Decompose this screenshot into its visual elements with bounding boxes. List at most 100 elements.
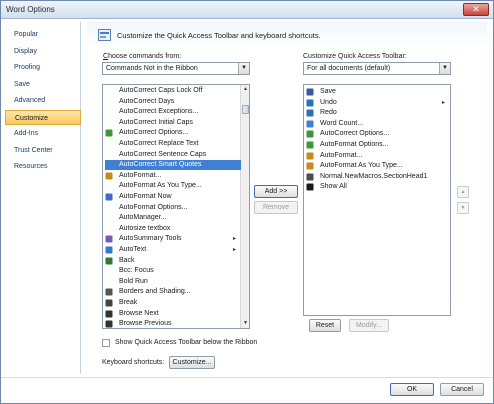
- scroll-up-icon[interactable]: ▲: [241, 85, 249, 94]
- remove-button[interactable]: Remove: [254, 201, 298, 214]
- list-item[interactable]: Back: [105, 256, 241, 266]
- customize-shortcuts-button[interactable]: Customize...: [169, 356, 215, 369]
- borders-icon: [105, 288, 113, 296]
- list-item[interactable]: Save: [306, 87, 448, 97]
- list-item[interactable]: AutoFormat Now: [105, 192, 241, 202]
- autoformat-icon: [306, 152, 314, 160]
- list-item[interactable]: Browse Next: [105, 309, 241, 319]
- list-item-label: AutoManager...: [119, 214, 167, 222]
- show-below-ribbon-label: Show Quick Access Toolbar below the Ribb…: [115, 339, 258, 346]
- list-item[interactable]: AutoFormat As You Type...: [306, 161, 448, 171]
- sidebar-item-advanced[interactable]: Advanced: [5, 93, 81, 108]
- list-item-label: Undo: [320, 98, 337, 106]
- list-item[interactable]: AutoManager...: [105, 213, 241, 223]
- sidebar-item-add-ins[interactable]: Add-Ins: [5, 126, 81, 141]
- list-item[interactable]: AutoCorrect Replace Text: [105, 139, 241, 149]
- list-item[interactable]: AutoText ▸: [105, 245, 241, 255]
- sidebar-item-popular[interactable]: Popular: [5, 27, 81, 42]
- list-item-label: Normal.NewMacros.SectionHead1: [320, 172, 428, 180]
- submenu-arrow-icon: ▸: [233, 236, 237, 243]
- chevron-down-icon: ▼: [439, 63, 450, 74]
- list-item[interactable]: AutoFormat...: [306, 151, 448, 161]
- list-item[interactable]: AutoCorrect Days: [105, 97, 241, 107]
- modify-button[interactable]: Modify...: [349, 319, 389, 332]
- list-item[interactable]: AutoCorrect Smart Quotes: [105, 160, 241, 171]
- list-item-label: AutoSummary Tools: [119, 235, 182, 243]
- sidebar-item-customize[interactable]: Customize: [5, 109, 81, 125]
- list-item[interactable]: AutoCorrect Options...: [105, 128, 241, 138]
- autoformat-icon: [105, 172, 113, 180]
- list-item[interactable]: Browse Previous: [105, 319, 241, 328]
- sidebar-item-resources[interactable]: Resources: [5, 159, 81, 174]
- list-item-label: Bold Run: [119, 277, 148, 285]
- commands-list-scrollbar[interactable]: ▲ ▼: [240, 85, 249, 328]
- add-button[interactable]: Add >>: [254, 185, 298, 198]
- close-button[interactable]: ✕: [463, 3, 489, 16]
- word-count-icon: [306, 120, 314, 128]
- list-item[interactable]: Bold Run: [105, 277, 241, 287]
- cancel-button[interactable]: Cancel: [440, 383, 484, 396]
- sidebar-item-proofing[interactable]: Proofing: [5, 60, 81, 75]
- sidebar-item-trust-center[interactable]: Trust Center: [5, 143, 81, 158]
- list-item[interactable]: Borders and Shading...: [105, 287, 241, 297]
- reset-button[interactable]: Reset: [309, 319, 341, 332]
- list-item[interactable]: Autosize textbox: [105, 224, 241, 234]
- list-item-label: AutoFormat Now: [119, 193, 172, 200]
- list-item-label: Autosize textbox: [119, 224, 171, 232]
- customize-qat-label: Customize Quick Access Toolbar:: [303, 53, 407, 60]
- list-item-label: Browse Previous: [119, 320, 172, 328]
- list-item[interactable]: AutoFormat Options...: [306, 140, 448, 150]
- list-item[interactable]: AutoCorrect Sentence Caps: [105, 150, 241, 160]
- keyboard-shortcuts-label: Keyboard shortcuts:: [102, 359, 165, 366]
- list-item[interactable]: AutoCorrect Options...: [306, 129, 448, 139]
- list-item[interactable]: AutoFormat Options...: [105, 203, 241, 213]
- autosummary-icon: [105, 235, 113, 243]
- word-options-dialog: Word Options ✕ Popular Display Proofing Sav…: [0, 0, 494, 404]
- list-item-label: AutoCorrect Options...: [320, 130, 390, 138]
- sidebar-item-display[interactable]: Display: [5, 44, 81, 59]
- list-item-label: Redo: [320, 109, 337, 117]
- customize-qat-dropdown[interactable]: For all documents (default) ▼: [303, 62, 451, 75]
- list-item-label: AutoCorrect Exceptions...: [119, 108, 199, 116]
- list-item[interactable]: AutoCorrect Exceptions...: [105, 107, 241, 117]
- list-item[interactable]: AutoCorrect Initial Caps: [105, 118, 241, 128]
- list-item-label: AutoCorrect Smart Quotes: [119, 161, 202, 169]
- options-sidebar: Popular Display Proofing Save Advanced Custom…: [5, 22, 81, 374]
- list-item-label: AutoCorrect Sentence Caps: [119, 150, 207, 158]
- choose-commands-label: Choose commands from:: [103, 53, 182, 60]
- list-item[interactable]: AutoFormat As You Type...: [105, 181, 241, 191]
- autoformat-options-icon: [306, 141, 314, 149]
- list-item[interactable]: Show All: [306, 182, 448, 192]
- list-item[interactable]: Normal.NewMacros.SectionHead1: [306, 172, 448, 182]
- autoformat-type-icon: [306, 162, 314, 170]
- list-item[interactable]: AutoSummary Tools ▸: [105, 234, 241, 244]
- list-item-label: Show All: [320, 183, 347, 191]
- show-below-ribbon-checkbox[interactable]: [102, 339, 110, 347]
- ok-button[interactable]: OK: [390, 383, 434, 396]
- back-icon: [105, 257, 113, 265]
- list-item[interactable]: Bcc: Focus: [105, 266, 241, 276]
- macro-icon: [306, 173, 314, 181]
- list-item-label: Save: [320, 88, 336, 95]
- choose-commands-label-rest: hoose commands from:: [108, 53, 182, 60]
- move-down-button[interactable]: ▼: [457, 202, 469, 214]
- list-item[interactable]: Break: [105, 298, 241, 308]
- quick-access-toolbar-list[interactable]: Save Undo ▸ Redo Word Count... AutoCorrect Op…: [303, 84, 451, 316]
- list-item-label: AutoFormat...: [320, 151, 363, 159]
- commands-list[interactable]: ▲ ▼ AutoCorrect Caps Lock Off AutoCorrect…: [102, 84, 250, 329]
- move-up-button[interactable]: ▲: [457, 186, 469, 198]
- choose-commands-dropdown[interactable]: Commands Not in the Ribbon ▼: [102, 62, 250, 75]
- list-item[interactable]: AutoFormat...: [105, 171, 241, 181]
- list-item[interactable]: Undo ▸: [306, 98, 448, 108]
- scroll-down-icon[interactable]: ▼: [241, 319, 249, 328]
- list-item[interactable]: AutoCorrect Caps Lock Off: [105, 86, 241, 96]
- autocorrect-icon: [105, 129, 113, 137]
- list-item-label: Word Count...: [320, 119, 364, 127]
- list-item[interactable]: Word Count...: [306, 119, 448, 129]
- choose-commands-value: Commands Not in the Ribbon: [106, 65, 198, 72]
- list-item-label: Bcc: Focus: [119, 267, 154, 275]
- list-item[interactable]: Redo: [306, 108, 448, 118]
- sidebar-item-save[interactable]: Save: [5, 77, 81, 92]
- list-item-label: Borders and Shading...: [119, 288, 191, 296]
- scroll-thumb[interactable]: [242, 105, 249, 114]
